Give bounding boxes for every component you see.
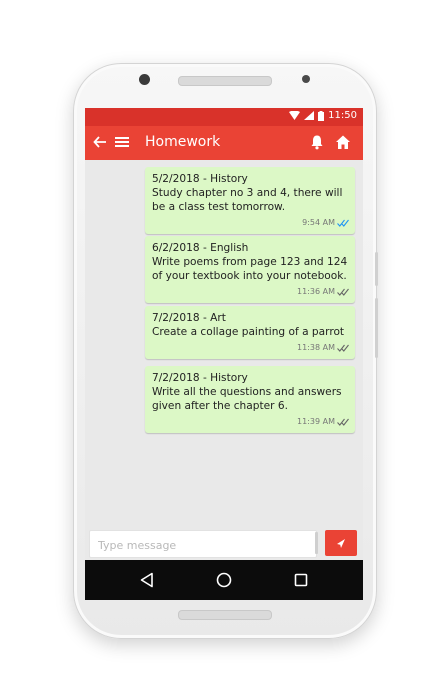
status-bar: 11:50 <box>85 108 363 126</box>
proximity-sensor <box>302 75 310 83</box>
delivered-ticks-icon <box>337 344 349 352</box>
back-arrow-icon[interactable] <box>91 133 109 151</box>
message-input-box <box>89 530 317 558</box>
app-bar: Homework <box>85 126 363 160</box>
delivered-ticks-icon <box>337 288 349 296</box>
front-camera <box>139 74 150 85</box>
status-time: 11:50 <box>328 110 357 121</box>
nav-back-icon[interactable] <box>138 571 156 589</box>
battery-icon <box>318 110 325 121</box>
delivered-ticks-icon <box>337 418 349 426</box>
message-time: 11:36 AM <box>297 287 335 296</box>
wifi-icon <box>289 111 301 120</box>
earpiece-speaker <box>178 76 272 86</box>
message-text: Create a collage painting of a parrot <box>152 326 345 338</box>
volume-button <box>375 298 378 358</box>
navigation-bar <box>85 560 363 600</box>
message-time: 9:54 AM <box>302 218 335 227</box>
message-bubble[interactable]: 5/2/2018 - History Study chapter no 3 an… <box>145 167 355 234</box>
send-button[interactable] <box>325 530 357 556</box>
home-icon[interactable] <box>335 134 353 152</box>
message-text: Write poems from page 123 and 124 of you… <box>152 256 348 282</box>
bell-icon[interactable] <box>309 134 327 152</box>
message-header: 7/2/2018 - History <box>152 372 248 384</box>
page-title: Homework <box>145 134 221 150</box>
nav-home-icon[interactable] <box>215 571 233 589</box>
message-text: Write all the questions and answers give… <box>152 386 342 412</box>
message-input[interactable] <box>96 534 300 556</box>
message-list: 5/2/2018 - History Study chapter no 3 an… <box>85 160 363 526</box>
message-text: Study chapter no 3 and 4, there will be … <box>152 187 343 213</box>
signal-icon <box>304 111 315 120</box>
read-ticks-icon <box>337 219 349 227</box>
bottom-speaker <box>178 610 272 620</box>
message-bubble[interactable]: 6/2/2018 - English Write poems from page… <box>145 236 355 303</box>
message-header: 6/2/2018 - English <box>152 242 249 254</box>
message-bubble[interactable]: 7/2/2018 - History Write all the questio… <box>145 366 355 433</box>
message-header: 5/2/2018 - History <box>152 173 248 185</box>
power-button <box>375 252 378 286</box>
hamburger-menu-icon[interactable] <box>115 135 129 149</box>
input-scroll-handle <box>315 532 318 554</box>
message-time: 11:38 AM <box>297 343 335 352</box>
message-time: 11:39 AM <box>297 417 335 426</box>
message-header: 7/2/2018 - Art <box>152 312 226 324</box>
nav-recents-icon[interactable] <box>292 571 310 589</box>
message-bubble[interactable]: 7/2/2018 - Art Create a collage painting… <box>145 306 355 359</box>
composer-bar <box>85 526 363 560</box>
send-icon <box>337 539 345 548</box>
screen: 11:50 Homework 5/2/2018 - History Study … <box>85 108 363 600</box>
